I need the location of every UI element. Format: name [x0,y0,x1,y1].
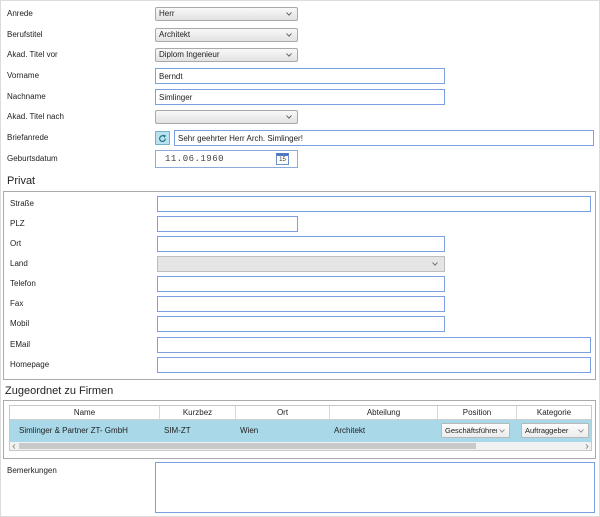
firmen-table: Name Kurzbez Ort Abteilung Position Kate… [9,405,592,451]
land-label: Land [10,259,28,268]
berufstitel-label: Berufstitel [7,30,43,39]
privat-heading: Privat [7,175,36,187]
plz-input[interactable] [157,216,298,232]
chevron-down-icon [286,53,292,57]
titel-nach-label: Akad. Titel nach [7,112,64,121]
row-position-select[interactable]: Geschäftsführer [441,423,510,438]
mobil-input[interactable] [157,316,445,332]
homepage-input[interactable] [157,357,591,373]
column-header-position[interactable]: Position [438,406,517,420]
berufstitel-value: Architekt [159,30,191,39]
land-select[interactable] [157,256,445,272]
row-ort: Wien [240,426,259,435]
chevron-down-icon [286,12,292,16]
chevron-left-icon[interactable] [10,442,18,450]
briefanrede-refresh-button[interactable] [155,131,170,145]
calendar-icon[interactable]: 15 [276,153,289,165]
row-kurzbez: SIM-ZT [164,426,191,435]
nachname-label: Nachname [7,92,46,101]
nachname-input[interactable] [155,89,445,105]
mobil-label: Mobil [10,319,30,328]
titel-nach-select[interactable] [155,110,298,124]
scrollbar-thumb[interactable] [19,443,476,449]
chevron-down-icon [286,33,292,37]
row-position-value: Geschäftsführer [445,425,497,435]
column-header-ort[interactable]: Ort [236,406,330,420]
horizontal-scrollbar[interactable] [10,442,591,450]
row-abteilung: Architekt [334,426,366,435]
anrede-value: Herr [159,9,175,18]
row-kategorie-value: Auftraggeber [525,425,569,435]
email-input[interactable] [157,337,591,353]
briefanrede-label: Briefanrede [7,133,49,142]
vorname-label: Vorname [7,71,40,80]
table-row[interactable]: Simlinger & Partner ZT- GmbH SIM-ZT Wien… [10,420,591,442]
chevron-right-icon[interactable] [583,442,591,450]
calendar-icon-day: 15 [279,156,286,163]
anrede-label: Anrede [7,9,33,18]
titel-vor-select[interactable]: Diplom Ingenieur [155,48,298,62]
column-header-name[interactable]: Name [10,406,160,420]
titel-vor-label: Akad. Titel vor [7,50,58,59]
chevron-down-icon [432,262,438,266]
row-name: Simlinger & Partner ZT- GmbH [19,426,128,435]
vorname-input[interactable] [155,68,445,84]
chevron-down-icon [286,115,292,119]
email-label: EMail [10,340,31,349]
strasse-input[interactable] [157,196,591,212]
ort-input[interactable] [157,236,445,252]
anrede-select[interactable]: Herr [155,7,298,21]
fax-label: Fax [10,299,24,308]
column-header-abteilung[interactable]: Abteilung [330,406,438,420]
telefon-input[interactable] [157,276,445,292]
ort-label: Ort [10,239,22,248]
strasse-label: Straße [10,199,35,208]
chevron-down-icon [578,428,584,433]
plz-label: PLZ [10,219,25,228]
titel-vor-value: Diplom Ingenieur [159,50,220,59]
row-kategorie-select[interactable]: Auftraggeber [521,423,589,438]
contact-form: Anrede Herr Berufstitel Architekt Akad. … [0,0,600,517]
homepage-label: Homepage [10,360,50,369]
refresh-icon [159,134,166,142]
column-header-kurzbez[interactable]: Kurzbez [160,406,236,420]
bemerkungen-textarea[interactable] [155,462,595,513]
geburtsdatum-label: Geburtsdatum [7,154,58,163]
chevron-down-icon [499,428,505,433]
berufstitel-select[interactable]: Architekt [155,28,298,42]
telefon-label: Telefon [10,279,36,288]
briefanrede-input[interactable] [174,130,594,146]
column-header-kategorie[interactable]: Kategorie [517,406,591,420]
bemerkungen-label: Bemerkungen [7,466,57,475]
fax-input[interactable] [157,296,445,312]
firmen-heading: Zugeordnet zu Firmen [5,385,114,397]
